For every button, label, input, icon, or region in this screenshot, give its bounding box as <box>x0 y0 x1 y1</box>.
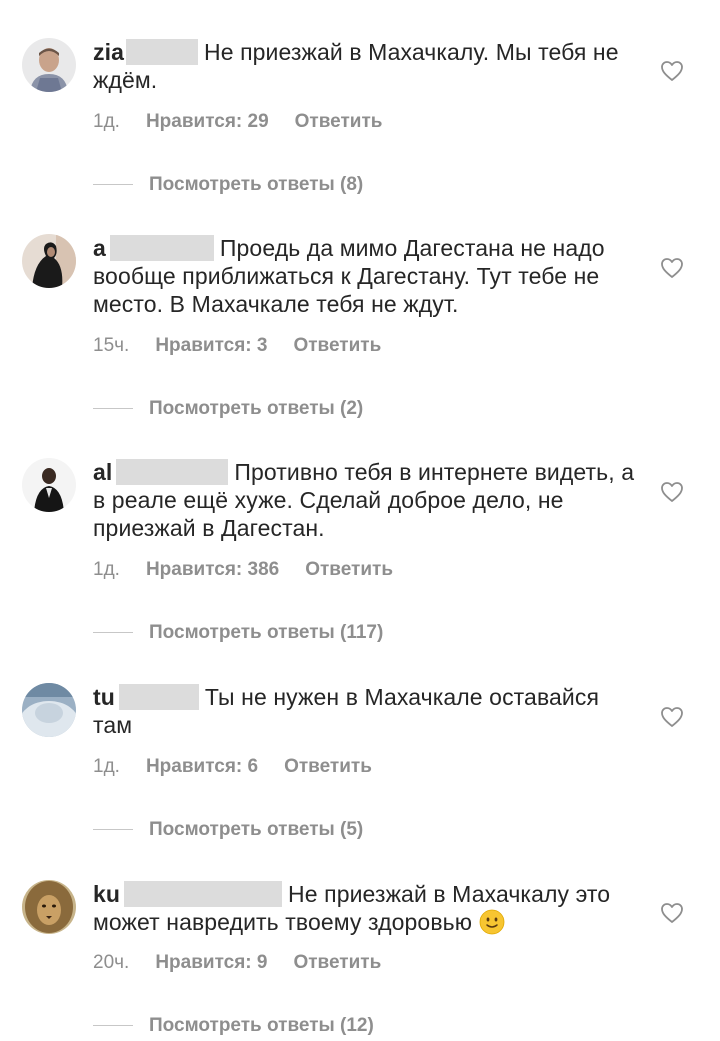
view-replies-label[interactable]: Посмотреть ответы (2) <box>149 398 363 420</box>
comment-text-block: al Противно тебя в интернете видеть, а в … <box>93 458 638 542</box>
reply-button[interactable]: Ответить <box>293 335 381 356</box>
username-redaction <box>124 881 283 907</box>
comment-time: 15ч. <box>93 335 130 356</box>
slightly-smiling-face-icon <box>479 909 504 935</box>
heart-outline-icon[interactable] <box>660 706 684 728</box>
view-replies-label[interactable]: Посмотреть ответы (5) <box>149 819 363 841</box>
comment-time: 20ч. <box>93 952 130 973</box>
avatar-photo <box>22 458 76 512</box>
avatar-photo <box>22 880 76 934</box>
comment-meta: 1д. Нравится: 386 Ответить <box>93 559 393 581</box>
user-avatar[interactable] <box>22 880 76 934</box>
comment-time: 1д. <box>93 756 120 777</box>
comment-username[interactable]: zia <box>93 39 124 65</box>
comment-time: 1д. <box>93 559 120 580</box>
avatar-photo <box>22 234 76 288</box>
view-replies-label[interactable]: Посмотреть ответы (117) <box>149 622 383 644</box>
comment-meta: 1д. Нравится: 29 Ответить <box>93 111 382 133</box>
heart-outline-icon[interactable] <box>660 902 684 924</box>
comment-meta: 1д. Нравится: 6 Ответить <box>93 756 372 778</box>
user-avatar[interactable] <box>22 234 76 288</box>
user-avatar[interactable] <box>22 683 76 737</box>
comment-text-block: tu Ты не нужен в Махачкале оставайся там <box>93 683 638 739</box>
comment-likes[interactable]: Нравится: 386 <box>146 559 279 580</box>
username-redaction <box>118 684 199 710</box>
avatar-photo <box>22 38 76 92</box>
reply-button[interactable]: Ответить <box>284 756 372 777</box>
user-avatar[interactable] <box>22 458 76 512</box>
view-replies-label[interactable]: Посмотреть ответы (12) <box>149 1015 374 1037</box>
comment-likes[interactable]: Нравится: 9 <box>155 952 267 973</box>
comment-username[interactable]: a <box>93 235 106 261</box>
comment-username[interactable]: tu <box>93 684 115 710</box>
comment-time: 1д. <box>93 111 120 132</box>
comment-likes[interactable]: Нравится: 29 <box>146 111 269 132</box>
comment-meta: 15ч. Нравится: 3 Ответить <box>93 335 381 357</box>
reply-button[interactable]: Ответить <box>305 559 393 580</box>
avatar-photo <box>22 683 76 737</box>
comment-text-block: ku Не приезжай в Махачкалу это может навр… <box>93 880 638 936</box>
comment-text-block: zia Не приезжай в Махачкалу. Мы тебя не ж… <box>93 38 638 94</box>
comment-likes[interactable]: Нравится: 3 <box>155 335 267 356</box>
reply-button[interactable]: Ответить <box>295 111 383 132</box>
comment-username[interactable]: ku <box>93 881 120 907</box>
comment-meta: 20ч. Нравится: 9 Ответить <box>93 952 381 974</box>
heart-outline-icon[interactable] <box>660 257 684 279</box>
username-redaction <box>116 459 229 485</box>
comment-likes[interactable]: Нравится: 6 <box>146 756 258 777</box>
username-redaction <box>125 39 198 65</box>
comment-username[interactable]: al <box>93 459 112 485</box>
heart-outline-icon[interactable] <box>660 60 684 82</box>
comment-text-block: a Проедь да мимо Дагестана не надо вообще… <box>93 234 638 318</box>
user-avatar[interactable] <box>22 38 76 92</box>
replies-divider <box>93 829 133 830</box>
replies-divider <box>93 632 133 633</box>
view-replies-label[interactable]: Посмотреть ответы (8) <box>149 174 363 196</box>
replies-divider <box>93 1025 133 1026</box>
reply-button[interactable]: Ответить <box>293 952 381 973</box>
replies-divider <box>93 408 133 409</box>
replies-divider <box>93 184 133 185</box>
username-redaction <box>109 235 214 261</box>
heart-outline-icon[interactable] <box>660 481 684 503</box>
